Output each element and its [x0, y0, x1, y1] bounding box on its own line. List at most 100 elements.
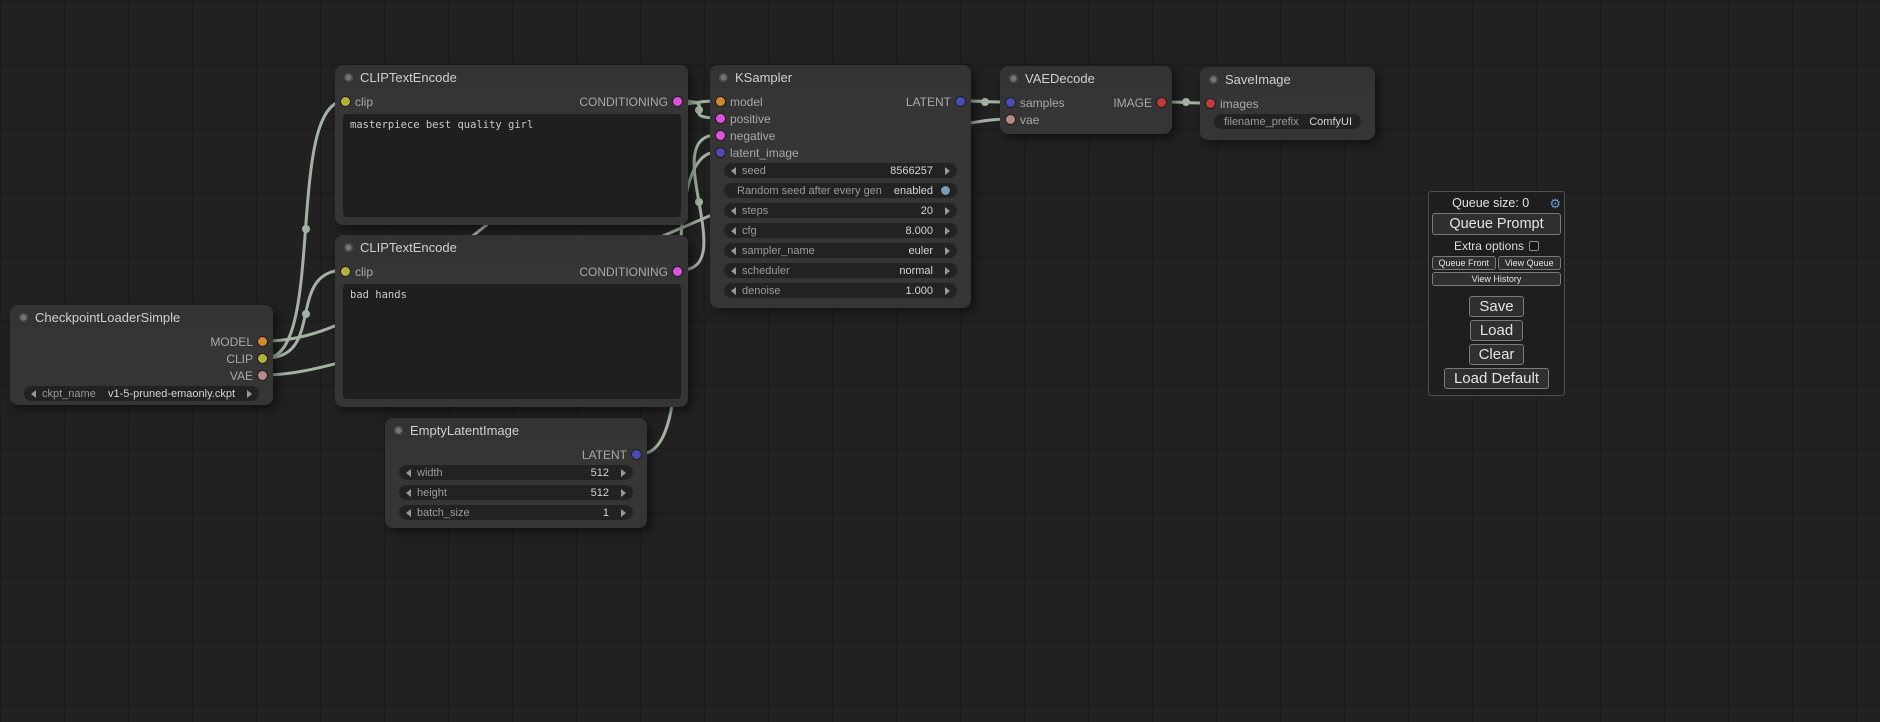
arrow-left-icon[interactable] — [731, 167, 736, 175]
widget-cfg[interactable]: cfg 8.000 — [724, 223, 957, 238]
node-title: CheckpointLoaderSimple — [35, 310, 180, 325]
arrow-right-icon[interactable] — [247, 390, 252, 398]
load-button[interactable]: Load — [1470, 320, 1523, 341]
link-midpoint-dot — [695, 198, 703, 206]
node-title-bar[interactable]: CLIPTextEncode — [335, 65, 688, 89]
output-slot-latent[interactable] — [956, 97, 965, 106]
arrow-left-icon[interactable] — [406, 509, 411, 517]
widget-random-seed-toggle[interactable]: Random seed after every gen enabled — [724, 183, 957, 198]
input-slot-images[interactable] — [1206, 99, 1215, 108]
input-label-clip: clip — [355, 95, 373, 109]
view-queue-button[interactable]: View Queue — [1498, 256, 1562, 270]
collapse-dot-icon[interactable] — [344, 243, 353, 252]
widget-label: Random seed after every gen — [737, 185, 882, 197]
widget-seed[interactable]: seed 8566257 — [724, 163, 957, 178]
arrow-right-icon[interactable] — [621, 469, 626, 477]
arrow-right-icon[interactable] — [945, 287, 950, 295]
arrow-left-icon[interactable] — [731, 227, 736, 235]
queue-size-label: Queue size: 0 — [1432, 196, 1549, 210]
input-slot-negative[interactable] — [716, 131, 725, 140]
queue-prompt-button[interactable]: Queue Prompt — [1432, 213, 1561, 235]
arrow-right-icon[interactable] — [945, 207, 950, 215]
node-cliptextencode-negative[interactable]: CLIPTextEncode clip CONDITIONING bad han… — [335, 235, 688, 407]
widget-batch-size[interactable]: batch_size 1 — [399, 505, 633, 520]
arrow-right-icon[interactable] — [945, 167, 950, 175]
node-title-bar[interactable]: EmptyLatentImage — [385, 418, 647, 442]
arrow-left-icon[interactable] — [731, 207, 736, 215]
node-title-bar[interactable]: VAEDecode — [1000, 66, 1172, 90]
arrow-left-icon[interactable] — [31, 390, 36, 398]
node-cliptextencode-positive[interactable]: CLIPTextEncode clip CONDITIONING masterp… — [335, 65, 688, 225]
collapse-dot-icon[interactable] — [344, 73, 353, 82]
widget-steps[interactable]: steps 20 — [724, 203, 957, 218]
link-midpoint-dot — [302, 225, 310, 233]
node-title: KSampler — [735, 70, 792, 85]
collapse-dot-icon[interactable] — [19, 313, 28, 322]
widget-filename-prefix[interactable]: filename_prefix ComfyUI — [1214, 114, 1361, 129]
output-slot-latent[interactable] — [632, 450, 641, 459]
output-slot-clip[interactable] — [258, 354, 267, 363]
arrow-right-icon[interactable] — [945, 247, 950, 255]
arrow-right-icon[interactable] — [621, 489, 626, 497]
collapse-dot-icon[interactable] — [1009, 74, 1018, 83]
collapse-dot-icon[interactable] — [394, 426, 403, 435]
node-title-bar[interactable]: KSampler — [710, 65, 971, 89]
node-title-bar[interactable]: CLIPTextEncode — [335, 235, 688, 259]
toggle-on-icon[interactable] — [941, 186, 950, 195]
arrow-left-icon[interactable] — [406, 489, 411, 497]
node-emptylatentimage[interactable]: EmptyLatentImage LATENT width 512 height… — [385, 418, 647, 528]
arrow-left-icon[interactable] — [731, 287, 736, 295]
input-slot-vae[interactable] — [1006, 115, 1015, 124]
widget-width[interactable]: width 512 — [399, 465, 633, 480]
widget-label: cfg — [742, 225, 757, 237]
extra-options-checkbox[interactable] — [1529, 241, 1539, 251]
output-slot-conditioning[interactable] — [673, 97, 682, 106]
node-graph-canvas[interactable]: CheckpointLoaderSimple MODEL CLIP VAE — [0, 0, 1880, 722]
input-slot-positive[interactable] — [716, 114, 725, 123]
output-slot-model[interactable] — [258, 337, 267, 346]
save-button[interactable]: Save — [1469, 296, 1523, 317]
arrow-right-icon[interactable] — [621, 509, 626, 517]
view-history-button[interactable]: View History — [1432, 272, 1561, 286]
widget-scheduler[interactable]: scheduler normal — [724, 263, 957, 278]
node-title-bar[interactable]: SaveImage — [1200, 67, 1375, 91]
arrow-left-icon[interactable] — [731, 267, 736, 275]
input-label-positive: positive — [730, 112, 771, 126]
widget-denoise[interactable]: denoise 1.000 — [724, 283, 957, 298]
prompt-textarea[interactable]: masterpiece best quality girl — [343, 114, 681, 217]
output-label-latent: LATENT — [582, 448, 627, 462]
arrow-left-icon[interactable] — [406, 469, 411, 477]
node-ksampler[interactable]: KSampler model LATENT positive — [710, 65, 971, 308]
input-slot-model[interactable] — [716, 97, 725, 106]
node-vaedecode[interactable]: VAEDecode samples IMAGE vae — [1000, 66, 1172, 134]
input-slot-latent-image[interactable] — [716, 148, 725, 157]
node-saveimage[interactable]: SaveImage images filename_prefix ComfyUI — [1200, 67, 1375, 140]
widget-sampler-name[interactable]: sampler_name euler — [724, 243, 957, 258]
widget-value: 1 — [603, 507, 609, 519]
collapse-dot-icon[interactable] — [719, 73, 728, 82]
output-slot-image[interactable] — [1157, 98, 1166, 107]
output-slot-conditioning[interactable] — [673, 267, 682, 276]
output-slot-vae[interactable] — [258, 371, 267, 380]
clear-button[interactable]: Clear — [1469, 344, 1525, 365]
input-slot-clip[interactable] — [341, 97, 350, 106]
widget-ckpt-name[interactable]: ckpt_name v1-5-pruned-emaonly.ckpt — [24, 386, 259, 401]
widget-height[interactable]: height 512 — [399, 485, 633, 500]
node-title-bar[interactable]: CheckpointLoaderSimple — [10, 305, 273, 329]
collapse-dot-icon[interactable] — [1209, 75, 1218, 84]
arrow-right-icon[interactable] — [945, 227, 950, 235]
widget-label: sampler_name — [742, 245, 815, 257]
input-slot-clip[interactable] — [341, 267, 350, 276]
load-default-button[interactable]: Load Default — [1444, 368, 1549, 389]
node-checkpointloadersimple[interactable]: CheckpointLoaderSimple MODEL CLIP VAE — [10, 305, 273, 405]
prompt-textarea[interactable]: bad hands — [343, 284, 681, 399]
arrow-right-icon[interactable] — [945, 267, 950, 275]
queue-front-button[interactable]: Queue Front — [1432, 256, 1496, 270]
widget-label: steps — [742, 205, 768, 217]
arrow-left-icon[interactable] — [731, 247, 736, 255]
output-label-conditioning: CONDITIONING — [579, 95, 668, 109]
settings-gear-icon[interactable]: ⚙ — [1549, 197, 1561, 210]
comfy-menu[interactable]: Queue size: 0 ⚙ Queue Prompt Extra optio… — [1428, 191, 1565, 396]
widget-value: 1.000 — [905, 285, 933, 297]
input-slot-samples[interactable] — [1006, 98, 1015, 107]
